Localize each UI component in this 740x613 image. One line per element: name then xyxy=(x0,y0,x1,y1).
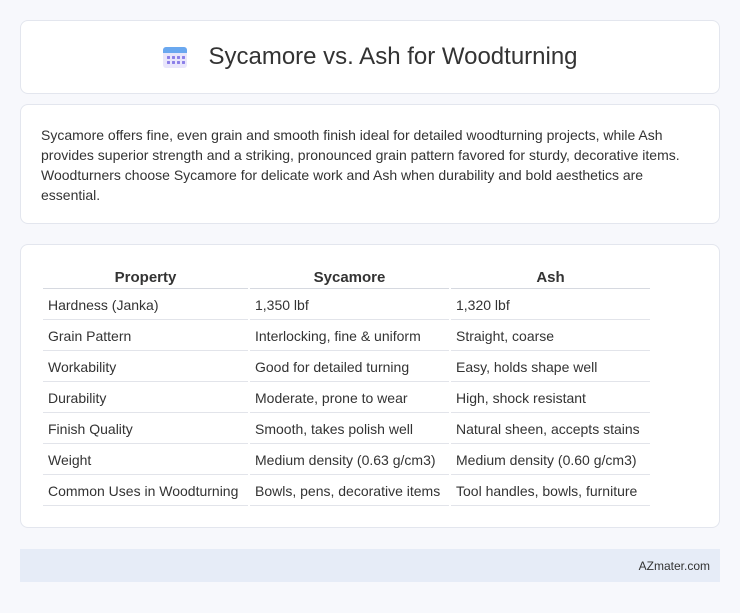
table-row: Common Uses in Woodturning Bowls, pens, … xyxy=(43,477,650,506)
ash-cell: Easy, holds shape well xyxy=(451,353,650,382)
ash-cell: Tool handles, bowls, furniture xyxy=(451,477,650,506)
sycamore-cell: Moderate, prone to wear xyxy=(250,384,449,413)
footer: AZmater.com xyxy=(20,549,720,582)
property-cell: Durability xyxy=(43,384,248,413)
header-property: Property xyxy=(43,267,248,289)
table-row: Durability Moderate, prone to wear High,… xyxy=(43,384,650,413)
page-title: Sycamore vs. Ash for Woodturning xyxy=(208,43,578,70)
comparison-table: Property Sycamore Ash Hardness (Janka) 1… xyxy=(41,265,652,508)
property-cell: Workability xyxy=(43,353,248,382)
comparison-table-card: Property Sycamore Ash Hardness (Janka) 1… xyxy=(20,244,720,528)
footer-brand: AZmater.com xyxy=(638,558,710,573)
header-ash: Ash xyxy=(451,267,650,289)
property-cell: Hardness (Janka) xyxy=(43,291,248,320)
ash-cell: Natural sheen, accepts stains xyxy=(451,415,650,444)
table-row: Weight Medium density (0.63 g/cm3) Mediu… xyxy=(43,446,650,475)
title-row: Sycamore vs. Ash for Woodturning xyxy=(21,21,719,93)
property-cell: Weight xyxy=(43,446,248,475)
ash-cell: 1,320 lbf xyxy=(451,291,650,320)
property-cell: Common Uses in Woodturning xyxy=(43,477,248,506)
summary-card: Sycamore offers fine, even grain and smo… xyxy=(20,104,720,224)
table-row: Workability Good for detailed turning Ea… xyxy=(43,353,650,382)
ash-cell: High, shock resistant xyxy=(451,384,650,413)
sycamore-cell: 1,350 lbf xyxy=(250,291,449,320)
table-row: Grain Pattern Interlocking, fine & unifo… xyxy=(43,322,650,351)
property-cell: Finish Quality xyxy=(43,415,248,444)
calendar-icon xyxy=(163,47,188,68)
ash-cell: Straight, coarse xyxy=(451,322,650,351)
table-header-row: Property Sycamore Ash xyxy=(43,267,650,289)
sycamore-cell: Interlocking, fine & uniform xyxy=(250,322,449,351)
property-cell: Grain Pattern xyxy=(43,322,248,351)
table-row: Finish Quality Smooth, takes polish well… xyxy=(43,415,650,444)
header-sycamore: Sycamore xyxy=(250,267,449,289)
title-card: Sycamore vs. Ash for Woodturning xyxy=(20,20,720,94)
sycamore-cell: Good for detailed turning xyxy=(250,353,449,382)
sycamore-cell: Smooth, takes polish well xyxy=(250,415,449,444)
ash-cell: Medium density (0.60 g/cm3) xyxy=(451,446,650,475)
sycamore-cell: Bowls, pens, decorative items xyxy=(250,477,449,506)
summary-text: Sycamore offers fine, even grain and smo… xyxy=(41,127,680,203)
sycamore-cell: Medium density (0.63 g/cm3) xyxy=(250,446,449,475)
table-row: Hardness (Janka) 1,350 lbf 1,320 lbf xyxy=(43,291,650,320)
